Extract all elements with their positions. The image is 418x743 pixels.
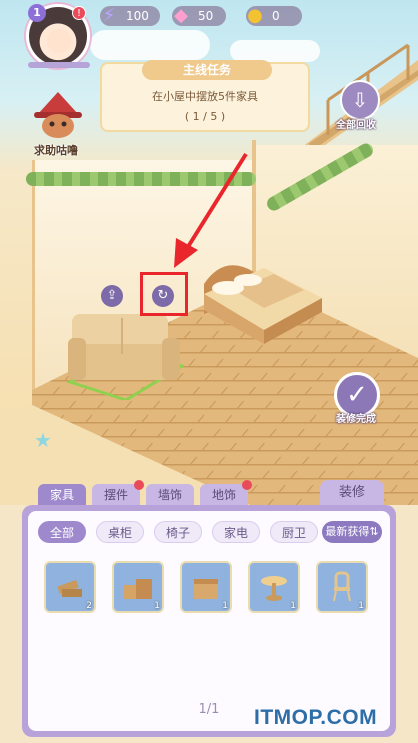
tab-label: 地饰: [211, 488, 236, 502]
recycle-all-label[interactable]: 全部回收: [336, 116, 376, 131]
gem-value: 50: [198, 9, 214, 23]
sofa[interactable]: [64, 304, 184, 400]
item-count: 1: [358, 601, 364, 611]
gem-counter[interactable]: ◆ 50: [172, 6, 226, 26]
inventory-item[interactable]: 1: [248, 561, 300, 613]
round-table-icon: [261, 576, 287, 601]
starfish-icon: ★: [34, 428, 52, 452]
decorate-button[interactable]: 装修: [320, 480, 384, 506]
filter-tables-cabinets[interactable]: 桌柜: [96, 521, 144, 543]
wood-planks-icon: [57, 579, 82, 597]
coin-icon: ●: [247, 5, 263, 26]
main-quest-panel[interactable]: 主线任务 在小屋中摆放5件家具 ( 1 / 5 ): [100, 60, 310, 132]
watermark-logo: ITMOP.COM: [254, 706, 378, 729]
finish-decorating-label[interactable]: 装修完成: [336, 410, 376, 425]
energy-counter[interactable]: ⚡ 100: [100, 6, 160, 26]
tab-wall-decor[interactable]: 墙饰: [146, 484, 194, 506]
tab-floor-decor[interactable]: 地饰: [200, 480, 252, 506]
item-count: 1: [154, 601, 160, 611]
filter-kitchen-bath[interactable]: 厨卫: [270, 521, 318, 543]
inventory-list: 全部 桌柜 椅子 家电 厨卫 最新获得⇅ 2 1 1 1 1 1/1: [28, 511, 390, 731]
inventory-item[interactable]: 1: [316, 561, 368, 613]
tab-ornaments[interactable]: 摆件: [92, 480, 144, 506]
sort-newest-button[interactable]: 最新获得⇅: [322, 521, 382, 543]
crates-icon: [124, 579, 152, 599]
pointer-arrow-icon: [174, 152, 248, 268]
box-icon: [194, 579, 218, 599]
tab-label: 墙饰: [157, 488, 182, 502]
inventory-item[interactable]: 2: [44, 561, 96, 613]
item-count: 1: [290, 601, 296, 611]
gem-icon: ◆: [174, 5, 188, 26]
inventory-panel: 全部 桌柜 椅子 家电 厨卫 最新获得⇅ 2 1 1 1 1 1/1: [22, 505, 396, 737]
experience-bar: [28, 62, 90, 68]
filter-appliances[interactable]: 家电: [212, 521, 260, 543]
helper-label[interactable]: 求助咕噜: [34, 142, 78, 158]
filter-chairs[interactable]: 椅子: [154, 521, 202, 543]
filter-all[interactable]: 全部: [38, 521, 86, 543]
recycle-all-button[interactable]: ⇩: [340, 80, 380, 120]
download-tray-icon: ⇩: [351, 88, 369, 112]
lightning-icon: ⚡: [102, 5, 116, 26]
tab-label: 家具: [49, 488, 74, 502]
energy-value: 100: [126, 9, 149, 23]
tab-furniture[interactable]: 家具: [38, 484, 86, 506]
checkmark-icon: ✓: [346, 380, 368, 410]
new-dot: [242, 480, 252, 490]
coin-value: 0: [272, 9, 280, 23]
chair-icon: [333, 571, 351, 602]
cloud: [90, 30, 210, 60]
inventory-item[interactable]: 1: [180, 561, 232, 613]
new-dot: [134, 480, 144, 490]
inventory-item[interactable]: 1: [112, 561, 164, 613]
quest-title: 主线任务: [142, 60, 272, 80]
quest-progress: ( 1 / 5 ): [184, 110, 226, 123]
item-count: 2: [86, 601, 92, 611]
tab-label: 摆件: [103, 488, 128, 502]
helper-npc-icon[interactable]: [32, 92, 84, 140]
item-count: 1: [222, 601, 228, 611]
highlight-box: [140, 272, 188, 316]
quest-description: 在小屋中摆放5件家具: [152, 90, 258, 103]
coin-counter[interactable]: ● 0: [246, 6, 302, 26]
level-badge: 1: [28, 4, 46, 22]
notification-badge: !: [72, 6, 86, 20]
avatar-face: [47, 29, 71, 53]
store-furniture-icon[interactable]: ⇪: [101, 285, 123, 307]
